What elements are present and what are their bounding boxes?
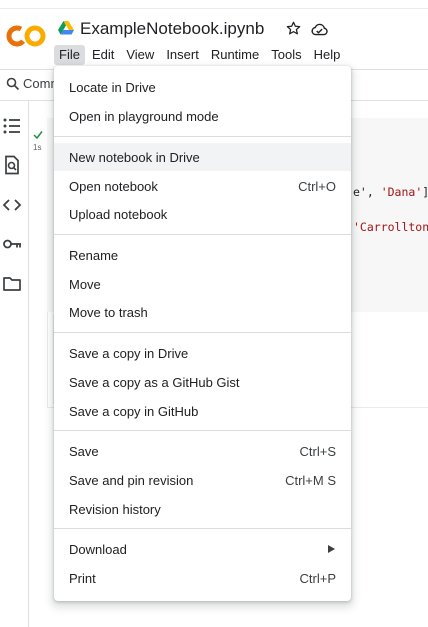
- top-border: [0, 8, 428, 9]
- shortcut-label: Ctrl+S: [299, 444, 336, 459]
- menu-item-revision-history[interactable]: Revision history: [54, 495, 351, 523]
- search-icon[interactable]: [6, 77, 20, 91]
- secrets-key-icon[interactable]: [2, 234, 22, 254]
- shortcut-label: Ctrl+O: [298, 179, 336, 194]
- menu-insert[interactable]: Insert: [161, 45, 204, 65]
- menu-bar: File Edit View Insert Runtime Tools Help: [54, 45, 347, 65]
- menu-item-save-copy-drive[interactable]: Save a copy in Drive: [54, 339, 351, 367]
- menu-separator: [54, 234, 351, 235]
- menu-item-save[interactable]: Save Ctrl+S: [54, 437, 351, 465]
- menu-item-locate-in-drive[interactable]: Locate in Drive: [54, 73, 351, 101]
- menu-item-upload-notebook[interactable]: Upload notebook: [54, 200, 351, 228]
- menu-item-save-copy-gist[interactable]: Save a copy as a GitHub Gist: [54, 368, 351, 396]
- menu-item-print[interactable]: Print Ctrl+P: [54, 564, 351, 592]
- code-snippets-icon[interactable]: [2, 195, 22, 215]
- menu-runtime[interactable]: Runtime: [206, 45, 264, 65]
- menu-file[interactable]: File: [54, 45, 85, 65]
- menu-edit[interactable]: Edit: [87, 45, 119, 65]
- menu-separator: [54, 528, 351, 529]
- menu-item-save-and-pin-revision[interactable]: Save and pin revision Ctrl+M S: [54, 466, 351, 494]
- file-menu-dropdown: Locate in Drive Open in playground mode …: [54, 66, 351, 601]
- rail-divider: [28, 101, 29, 627]
- submenu-arrow-icon: [328, 545, 335, 553]
- menu-separator: [54, 136, 351, 137]
- check-icon: [33, 131, 43, 140]
- menu-item-rename[interactable]: Rename: [54, 241, 351, 269]
- menu-item-open-in-playground[interactable]: Open in playground mode: [54, 102, 351, 130]
- menu-item-move-to-trash[interactable]: Move to trash: [54, 298, 351, 326]
- menu-item-download[interactable]: Download: [54, 535, 351, 563]
- menu-item-open-notebook[interactable]: Open notebook Ctrl+O: [54, 172, 351, 200]
- menu-view[interactable]: View: [121, 45, 159, 65]
- cloud-icon[interactable]: [310, 21, 329, 37]
- menu-separator: [54, 430, 351, 431]
- code-line[interactable]: 'Carrollton: [353, 220, 428, 234]
- star-icon[interactable]: [285, 20, 302, 37]
- menu-separator: [54, 332, 351, 333]
- shortcut-label: Ctrl+P: [299, 571, 336, 586]
- menu-item-move[interactable]: Move: [54, 270, 351, 298]
- colab-logo-icon[interactable]: [6, 24, 46, 48]
- notebook-title[interactable]: ExampleNotebook.ipynb: [80, 19, 264, 39]
- execution-time: 1s: [33, 143, 42, 152]
- code-line[interactable]: e', 'Dana']: [353, 185, 428, 199]
- menu-item-save-copy-github[interactable]: Save a copy in GitHub: [54, 397, 351, 425]
- shortcut-label: Ctrl+M S: [285, 473, 336, 488]
- table-of-contents-icon[interactable]: [2, 116, 22, 136]
- google-drive-icon[interactable]: [58, 21, 74, 35]
- menu-item-new-notebook[interactable]: New notebook in Drive: [54, 143, 351, 171]
- menu-help[interactable]: Help: [309, 45, 346, 65]
- files-folder-icon[interactable]: [2, 274, 22, 294]
- find-icon[interactable]: [2, 155, 22, 175]
- menu-tools[interactable]: Tools: [266, 45, 306, 65]
